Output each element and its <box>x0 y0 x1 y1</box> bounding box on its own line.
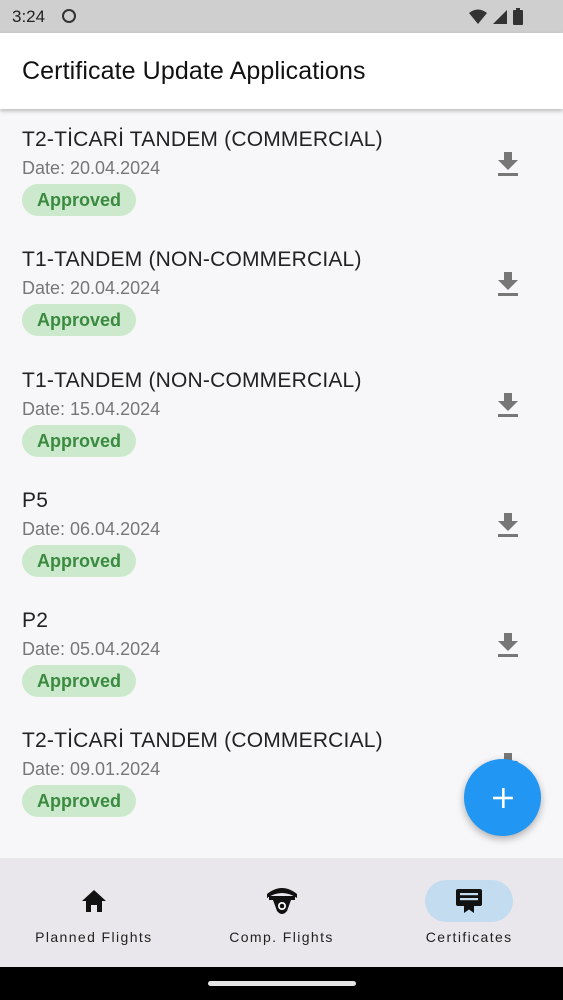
status-indicators <box>469 8 523 25</box>
download-button[interactable] <box>494 631 522 659</box>
notification-app-icon <box>62 9 76 23</box>
nav-icon-container <box>50 880 138 922</box>
app-bar: Certificate Update Applications <box>0 33 563 109</box>
certificate-title: T1-TANDEM (NON-COMMERCIAL) <box>22 368 362 392</box>
nav-label: Comp. Flights <box>229 929 334 945</box>
list-item[interactable]: P5 Date: 06.04.2024 Approved <box>0 470 563 590</box>
status-bar: 3:24 <box>0 0 563 33</box>
bottom-navigation: Planned Flights Comp. Flights Certificat… <box>0 858 563 967</box>
page-title: Certificate Update Applications <box>22 57 366 85</box>
applications-list[interactable]: T2-TİCARİ TANDEM (COMMERCIAL) Date: 20.0… <box>0 109 563 831</box>
status-badge: Approved <box>22 665 136 698</box>
list-item[interactable]: T1-TANDEM (NON-COMMERCIAL) Date: 20.04.2… <box>0 229 563 349</box>
cellular-signal-icon <box>493 9 507 24</box>
nav-item-planned-flights[interactable]: Planned Flights <box>0 858 188 967</box>
home-icon <box>81 890 106 912</box>
download-button[interactable] <box>494 391 522 419</box>
status-badge: Approved <box>22 184 136 216</box>
status-badge: Approved <box>22 304 136 337</box>
status-badge: Approved <box>22 785 136 818</box>
download-button[interactable] <box>494 150 522 178</box>
application-date: Date: 20.04.2024 <box>22 278 161 299</box>
nav-item-comp-flights[interactable]: Comp. Flights <box>188 858 376 967</box>
list-item[interactable]: T2-TİCARİ TANDEM (COMMERCIAL) Date: 20.0… <box>0 109 563 229</box>
status-badge: Approved <box>22 544 136 577</box>
download-icon <box>498 633 518 658</box>
status-time: 3:24 <box>12 7 46 26</box>
certificate-title: T2-TİCARİ TANDEM (COMMERCIAL) <box>22 128 383 151</box>
application-date: Date: 05.04.2024 <box>22 639 161 660</box>
certificate-icon <box>456 889 483 913</box>
certificate-title: T2-TİCARİ TANDEM (COMMERCIAL) <box>22 729 383 753</box>
application-date: Date: 06.04.2024 <box>22 518 161 539</box>
download-icon <box>498 152 518 176</box>
add-application-button[interactable] <box>464 759 541 836</box>
plus-icon <box>492 787 513 808</box>
list-item[interactable]: P2 Date: 05.04.2024 Approved <box>0 590 563 710</box>
certificate-title: T1-TANDEM (NON-COMMERCIAL) <box>22 248 362 272</box>
list-item[interactable]: T1-TANDEM (NON-COMMERCIAL) Date: 15.04.2… <box>0 350 563 470</box>
certificate-title: P2 <box>22 609 49 633</box>
nav-icon-container <box>238 880 326 922</box>
application-date: Date: 15.04.2024 <box>22 398 161 419</box>
status-badge: Approved <box>22 424 136 457</box>
system-navigation-bar <box>0 967 563 1000</box>
battery-icon <box>513 8 523 25</box>
certificate-title: P5 <box>22 488 49 512</box>
application-date: Date: 20.04.2024 <box>22 158 161 178</box>
download-icon <box>498 512 518 537</box>
download-button[interactable] <box>494 270 522 298</box>
application-date: Date: 09.01.2024 <box>22 759 161 780</box>
download-icon <box>498 392 518 417</box>
nav-label: Planned Flights <box>35 929 153 945</box>
nav-label: Certificates <box>425 929 513 945</box>
home-gesture-handle[interactable] <box>208 981 356 986</box>
nav-item-certificates[interactable]: Certificates <box>375 858 563 967</box>
nav-icon-container <box>425 880 514 922</box>
download-icon <box>498 272 518 297</box>
download-button[interactable] <box>494 511 522 539</box>
paraglider-icon <box>266 888 297 914</box>
wifi-icon <box>469 9 487 24</box>
